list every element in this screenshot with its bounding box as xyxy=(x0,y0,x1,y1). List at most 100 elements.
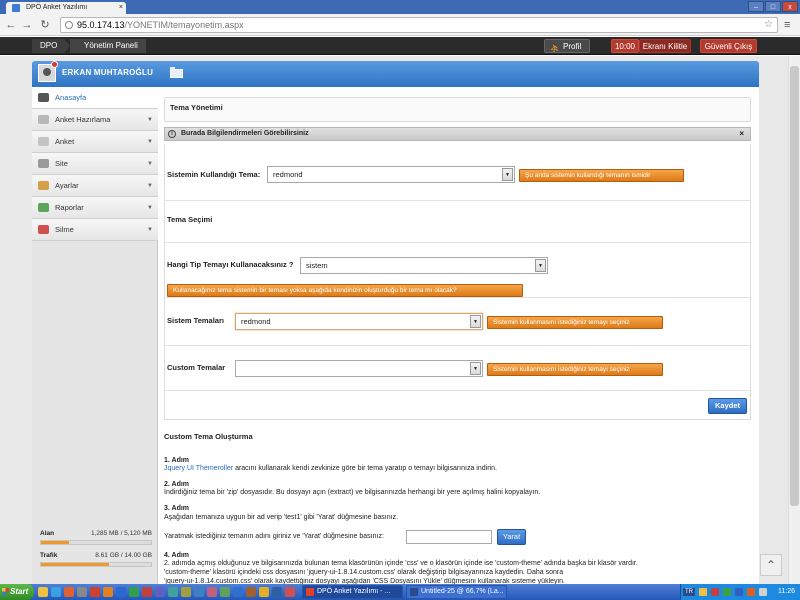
maximize-button[interactable]: □ xyxy=(765,1,781,12)
quicklaunch-app9-icon[interactable] xyxy=(259,587,269,597)
tray-antivirus-icon[interactable] xyxy=(711,588,719,596)
theme-type-hint-button[interactable]: Kullanacağınız tema sistemin bir teması … xyxy=(167,284,523,297)
themeroller-link[interactable]: Jquery UI Themeroller xyxy=(164,465,233,472)
theme-type-value: sistem xyxy=(306,261,328,270)
quicklaunch-ie-icon[interactable] xyxy=(51,587,61,597)
taskbar-item-photoshop[interactable]: Untitled-25 @ 66,7% (La... xyxy=(406,585,507,599)
sidebar-item-anasayfa[interactable]: Anasayfa xyxy=(32,87,158,109)
theme-form xyxy=(164,144,751,420)
save-button[interactable]: Kaydet xyxy=(708,398,747,414)
system-themes-select[interactable]: redmond ▼ xyxy=(235,313,483,330)
quicklaunch-app10-icon[interactable] xyxy=(272,587,282,597)
quicklaunch-media-icon[interactable] xyxy=(155,587,165,597)
quicklaunch-app8-icon[interactable] xyxy=(246,587,256,597)
lock-screen-button[interactable]: Ekranı Kilitle xyxy=(639,39,691,53)
divider xyxy=(164,242,751,243)
custom-themes-hint-button[interactable]: Sistemin kullanmasını istediğiniz temayı… xyxy=(487,363,663,376)
close-icon[interactable]: × xyxy=(739,128,744,140)
chevron-down-icon: ▼ xyxy=(147,139,153,145)
step3-heading: 3. Adım xyxy=(164,505,190,512)
sidebar-item-anket[interactable]: Anket ▼ xyxy=(32,131,158,153)
close-window-button[interactable]: x xyxy=(782,1,798,12)
quicklaunch-pp-icon[interactable] xyxy=(142,587,152,597)
theme-selection-title: Tema Seçimi xyxy=(167,215,213,224)
system-theme-select[interactable]: redmond ▼ xyxy=(267,166,515,183)
quicklaunch-app-icon[interactable] xyxy=(64,587,74,597)
reload-icon[interactable]: ↻ xyxy=(38,18,52,32)
notification-badge[interactable] xyxy=(51,61,58,68)
custom-themes-select[interactable]: ▼ xyxy=(235,360,483,377)
tray-network-icon[interactable] xyxy=(723,588,731,596)
trafik-progress-fill xyxy=(41,563,109,566)
quicklaunch-office-icon[interactable] xyxy=(90,587,100,597)
forward-arrow-icon[interactable]: → xyxy=(20,18,34,32)
quicklaunch-app5-icon[interactable] xyxy=(207,587,217,597)
url-path: /YONETIM/temayonetim.aspx xyxy=(124,20,244,30)
tray-app-icon[interactable] xyxy=(699,588,707,596)
quicklaunch-app7-icon[interactable] xyxy=(233,587,243,597)
quicklaunch-app3-icon[interactable] xyxy=(181,587,191,597)
step1-body: aracını kullanarak kendi zevkinize göre … xyxy=(233,465,497,472)
scrollbar-thumb[interactable] xyxy=(790,66,799,506)
quicklaunch-folder-icon[interactable] xyxy=(38,587,48,597)
step1-heading: 1. Adım xyxy=(164,457,190,464)
sidebar-item-label: Ayarlar xyxy=(55,181,79,190)
step4-line1: 2. adımda açmış olduğunuz ve bilgisarını… xyxy=(164,560,638,567)
step4-heading: 4. Adım xyxy=(164,552,190,559)
system-theme-hint-button[interactable]: Şu anda sistemin kullandığı temanın ismi… xyxy=(519,169,684,182)
step2-text: İndirdiğiniz tema bir 'zip' dosyasıdır. … xyxy=(164,489,541,496)
quicklaunch-excel-icon[interactable] xyxy=(129,587,139,597)
taskbar-item-browser[interactable]: DPÖ Anket Yazılımı - ... xyxy=(302,585,403,599)
sidebar-item-raporlar[interactable]: Raporlar ▼ xyxy=(32,197,158,219)
start-button[interactable]: Start xyxy=(0,584,34,600)
alan-progress-fill xyxy=(41,541,69,544)
quicklaunch-word-icon[interactable] xyxy=(116,587,126,597)
back-arrow-icon[interactable]: ← xyxy=(4,18,18,32)
theme-name-input[interactable] xyxy=(406,530,492,544)
alan-progress-bar xyxy=(40,540,152,545)
report-icon xyxy=(38,203,49,212)
browser-menu-icon[interactable]: ≡ xyxy=(784,18,796,32)
sidebar-item-site[interactable]: Site ▼ xyxy=(32,153,158,175)
brand-logo[interactable]: DPO xyxy=(32,39,66,53)
divider xyxy=(164,345,751,346)
quicklaunch-app11-icon[interactable] xyxy=(285,587,295,597)
quicklaunch-app2-icon[interactable] xyxy=(168,587,178,597)
bookmark-star-icon[interactable]: ☆ xyxy=(764,18,773,32)
trafik-label: Trafik xyxy=(40,552,58,559)
browser-tab[interactable]: DPÖ Anket Yazılımı × xyxy=(6,2,126,14)
address-bar-row: ← → ↻ 95.0.174.13/YONETIM/temayonetim.as… xyxy=(0,14,800,36)
sidebar-item-silme[interactable]: Silme ▼ xyxy=(32,219,158,241)
quicklaunch-desktop-icon[interactable] xyxy=(77,587,87,597)
address-bar[interactable]: 95.0.174.13/YONETIM/temayonetim.aspx ☆ xyxy=(60,17,778,33)
tray-bluetooth-icon[interactable] xyxy=(735,588,743,596)
create-button[interactable]: Yarat xyxy=(497,529,526,545)
minimize-button[interactable]: – xyxy=(748,1,764,12)
folder-icon[interactable] xyxy=(170,67,183,78)
theme-type-label: Hangi Tip Temayı Kullanacaksınız ? xyxy=(167,260,294,269)
sidebar-item-anket-hazirlama[interactable]: Anket Hazırlama ▼ xyxy=(32,109,158,131)
scroll-to-top-button[interactable]: ⌃ xyxy=(760,554,782,576)
divider xyxy=(164,200,751,201)
sidebar-item-label: Silme xyxy=(55,225,74,234)
tray-update-icon[interactable] xyxy=(747,588,755,596)
browser-tab-strip: DPÖ Anket Yazılımı × – □ x xyxy=(0,0,800,14)
quicklaunch-firefox-icon[interactable] xyxy=(103,587,113,597)
scrollbar[interactable] xyxy=(788,56,800,584)
tab-close-icon[interactable]: × xyxy=(119,2,123,14)
trafik-progress-bar xyxy=(40,562,152,567)
quicklaunch-app4-icon[interactable] xyxy=(194,587,204,597)
dropdown-arrow-icon: ▼ xyxy=(502,168,513,181)
profile-button[interactable]: ⛹ Profil xyxy=(544,39,590,53)
breadcrumb[interactable]: Yönetim Paneli xyxy=(70,39,146,53)
edit-icon xyxy=(38,115,49,124)
sidebar-item-ayarlar[interactable]: Ayarlar ▼ xyxy=(32,175,158,197)
language-indicator[interactable]: TR xyxy=(683,588,695,596)
theme-type-select[interactable]: sistem ▼ xyxy=(300,257,548,274)
quicklaunch-app6-icon[interactable] xyxy=(220,587,230,597)
system-themes-hint-button[interactable]: Sistemin kullanmasını istediğiniz temayı… xyxy=(487,316,663,329)
step4-line2: 'custom-theme' klasörü içindeki css dosy… xyxy=(164,569,564,576)
logout-button[interactable]: Güvenli Çıkış xyxy=(700,39,757,53)
divider xyxy=(164,390,751,391)
volume-icon[interactable] xyxy=(759,588,767,596)
